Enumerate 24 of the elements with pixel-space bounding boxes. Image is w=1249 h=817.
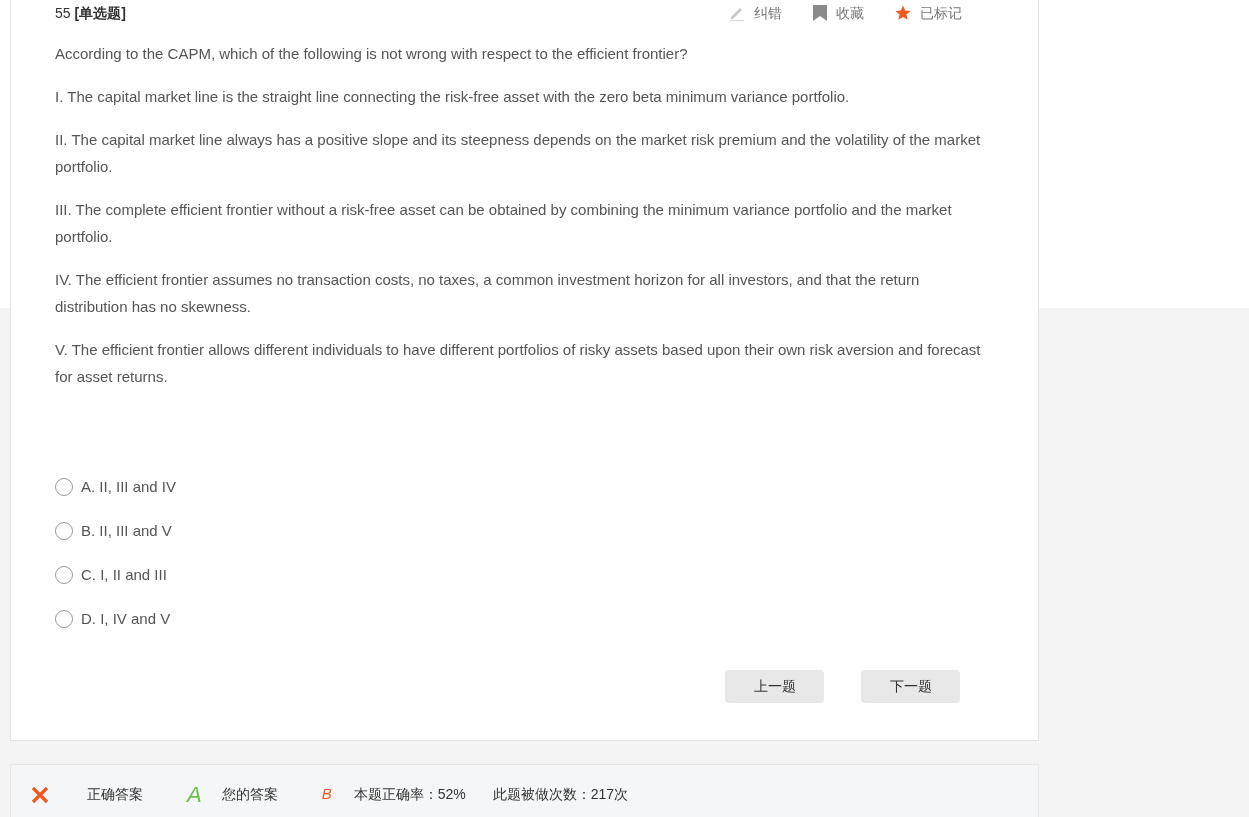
bookmark-icon bbox=[812, 4, 828, 22]
answer-option[interactable]: C. I, II and III bbox=[55, 564, 167, 586]
statement-text: IV. The efficient frontier assumes no transaction costs, no taxes, a common investment horizon for all investors, and that the return distribution has no skewness. bbox=[55, 270, 921, 317]
statement-text: I. The capital market line is the straight line connecting the risk-free asset with the zero beta minimum variance portfolio. bbox=[55, 87, 851, 107]
answer-option[interactable]: A. II, III and IV bbox=[55, 476, 177, 498]
answer-option[interactable]: B. II, III and V bbox=[55, 520, 172, 542]
mark-button[interactable]: 已标记 bbox=[894, 2, 962, 24]
previous-button[interactable]: 上一题 bbox=[725, 670, 824, 703]
your-answer-value: B bbox=[321, 784, 332, 805]
report-error-button[interactable]: 纠错 bbox=[728, 2, 782, 24]
question-type: [单选题] bbox=[74, 3, 126, 23]
next-button[interactable]: 下一题 bbox=[861, 670, 960, 703]
favorite-button[interactable]: 收藏 bbox=[812, 2, 864, 24]
your-answer-label: 您的答案 bbox=[221, 785, 278, 804]
correct-answer-value: A bbox=[187, 781, 202, 809]
question-stem: According to the CAPM, which of the following is not wrong with respect to the efficient frontier? bbox=[55, 44, 689, 64]
statement-text: V. The efficient frontier allows different individuals to have different portfolios of risky assets based upon their own risk aversion and forecast for asset returns. bbox=[55, 340, 982, 387]
statement-text: II. The capital market line always has a positive slope and its steepness depends on the market risk premium and the volatility of the market portfolio. bbox=[55, 130, 982, 177]
answer-option[interactable]: D. I, IV and V bbox=[55, 608, 171, 630]
accuracy-rate: 本题正确率：52% bbox=[353, 785, 466, 804]
question-number: 55 bbox=[55, 3, 71, 23]
correct-answer-label: 正确答案 bbox=[87, 785, 143, 804]
statement-text: III. The complete efficient frontier without a risk-free asset can be obtained by combining the minimum variance portfolio and the market portfolio. bbox=[55, 200, 953, 247]
attempt-count: 此题被做次数：217次 bbox=[492, 785, 629, 804]
